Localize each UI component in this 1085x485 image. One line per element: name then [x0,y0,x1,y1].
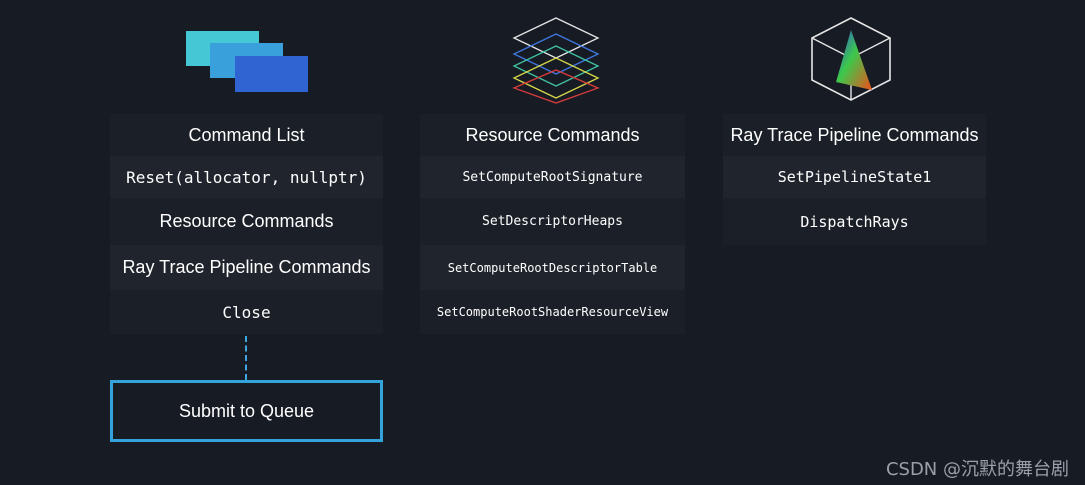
stacked-pages-icon [186,31,308,92]
ray-trace-commands-item: DispatchRays [723,198,986,245]
stacked-layers-icon [512,17,600,104]
dashed-connector [245,336,247,380]
command-list-column: Command List Reset(allocator, nullptr) R… [110,114,383,334]
command-list-item-close: Close [110,290,383,334]
command-list-item-reset: Reset(allocator, nullptr) [110,156,383,198]
cube-with-triangle-icon [811,17,891,101]
resource-commands-item: SetComputeRootSignature [420,156,685,198]
ray-trace-commands-column: Ray Trace Pipeline Commands SetPipelineS… [723,114,986,245]
resource-commands-item: SetComputeRootDescriptorTable [420,245,685,290]
watermark: CSDN @沉默的舞台剧 [885,459,1069,480]
resource-commands-column: Resource Commands SetComputeRootSignatur… [420,114,685,334]
resource-commands-title: Resource Commands [420,114,685,156]
resource-commands-item: SetDescriptorHeaps [420,198,685,245]
submit-to-queue-box: Submit to Queue [110,380,383,442]
ray-trace-commands-title: Ray Trace Pipeline Commands [723,114,986,156]
command-list-title: Command List [110,114,383,156]
resource-commands-item: SetComputeRootShaderResourceView [420,290,685,334]
ray-trace-commands-item: SetPipelineState1 [723,156,986,198]
command-list-item-resource-commands: Resource Commands [110,198,383,245]
command-list-item-ray-trace: Ray Trace Pipeline Commands [110,245,383,290]
